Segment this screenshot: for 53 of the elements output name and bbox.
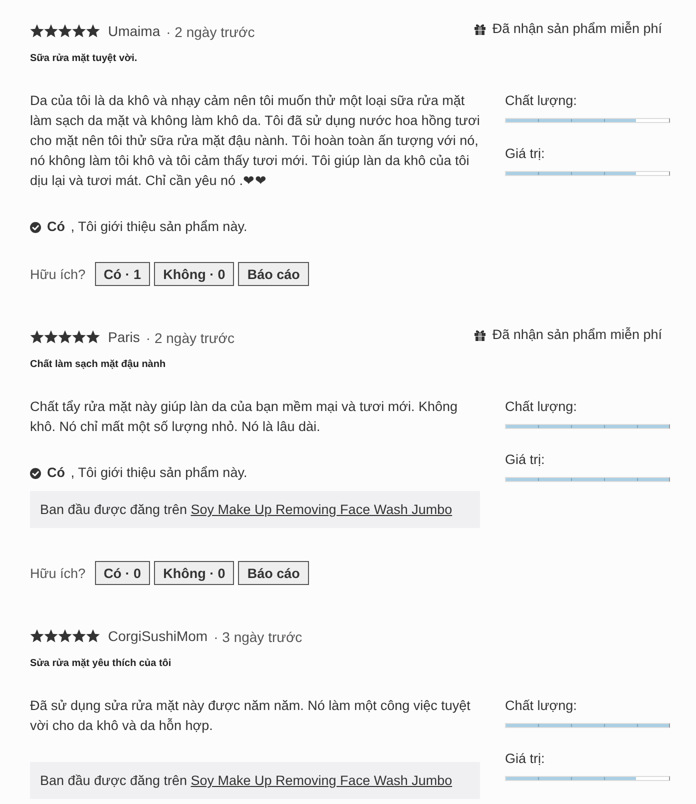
origin-text: Ban đầu được đăng trên Soy Make Up Removing Face Wash Jumbo: [40, 773, 452, 788]
helpful-label: Hữu ích?: [30, 566, 86, 580]
rating-label: Giá trị:: [505, 750, 546, 768]
star-icon: [58, 24, 72, 38]
helpful-yes-button[interactable]: Có · 1: [94, 262, 150, 286]
reviewer-name: Umaima: [108, 22, 160, 41]
review-text: Đã sử dụng sửa rửa mặt này được năm năm. Nó làm một công việc tuyệt vời cho da khô và da hỗn hợp.: [30, 697, 472, 735]
review-title: Sửa rửa mặt yêu thích của tôi: [30, 657, 172, 671]
check-circle-icon: [30, 468, 41, 478]
check-circle-icon: [30, 222, 41, 232]
report-button[interactable]: Báo cáo: [238, 262, 309, 286]
star-icon: [58, 629, 72, 643]
report-button[interactable]: Báo cáo: [238, 561, 309, 585]
star-icon: [44, 24, 58, 38]
star-icon: [72, 24, 86, 38]
reviewer-name: CorgiSushiMom: [108, 627, 208, 646]
gift-icon: [474, 23, 486, 35]
product-link[interactable]: Soy Make Up Removing Face Wash Jumbo: [190, 502, 452, 517]
free-product-label: Đã nhận sản phẩm miễn phí: [492, 326, 662, 344]
rating-label: Giá trị:: [505, 451, 546, 469]
star-icon: [72, 629, 86, 643]
rating-label: Chất lượng:: [505, 398, 578, 416]
helpful-label: Hữu ích?: [30, 266, 86, 282]
review-time: · 2 ngày trước: [166, 23, 255, 42]
star-icon: [86, 629, 100, 643]
reviewer-name: Paris: [108, 328, 140, 347]
recommend-text: Có , Tôi giới thiệu sản phẩm này.: [47, 464, 248, 482]
star-icon: [44, 330, 58, 344]
star-icon: [86, 24, 100, 38]
helpful-yes-button[interactable]: Có · 0: [94, 561, 150, 585]
star-icon: [44, 629, 58, 643]
product-link[interactable]: Soy Make Up Removing Face Wash Jumbo: [190, 773, 452, 788]
free-product-label: Đã nhận sản phẩm miễn phí: [492, 20, 662, 38]
review-text: Da của tôi là da khô và nhạy cảm nên tôi muốn thử một loại sữa rửa mặt làm sạch da mặt và không làm khô da. Tôi đã sử dụng nước hoa hồng tươi cho mặt nên tôi thử sữa rửa mặt đậu nành. Tôi hoàn toàn ấn tượng với nó, nó không làm tôi khô và tôi cảm thấy tươi mới. Tôi giúp làn da khô của tôi dịu lại và tươi mát. Chỉ cần yêu nó .❤❤: [30, 92, 481, 190]
review-text: Chất tẩy rửa mặt này giúp làn da của bạn mềm mại và tươi mới. Không khô. Nó chỉ mất một số lượng nhỏ. Nó là lâu dài.: [30, 398, 458, 436]
origin-text: Ban đầu được đăng trên Soy Make Up Removing Face Wash Jumbo: [40, 502, 452, 517]
rating-label: Giá trị:: [505, 145, 546, 163]
star-icon: [30, 330, 44, 344]
review-time: · 2 ngày trước: [146, 329, 234, 348]
star-icon: [86, 330, 100, 344]
review-title: Chất làm sạch mặt đậu nành: [30, 358, 167, 372]
star-icon: [30, 629, 44, 643]
helpful-no-button[interactable]: Không · 0: [154, 561, 234, 585]
gift-icon: [474, 329, 486, 341]
review-title: Sữa rửa mặt tuyệt vời.: [30, 52, 138, 66]
rating-label: Chất lượng:: [505, 92, 578, 110]
star-icon: [72, 330, 86, 344]
star-icon: [58, 330, 72, 344]
star-icon: [30, 24, 44, 38]
rating-label: Chất lượng:: [505, 697, 578, 715]
recommend-text: Có , Tôi giới thiệu sản phẩm này.: [47, 218, 248, 236]
helpful-no-button[interactable]: Không · 0: [154, 262, 234, 286]
review-time: · 3 ngày trước: [214, 628, 302, 647]
